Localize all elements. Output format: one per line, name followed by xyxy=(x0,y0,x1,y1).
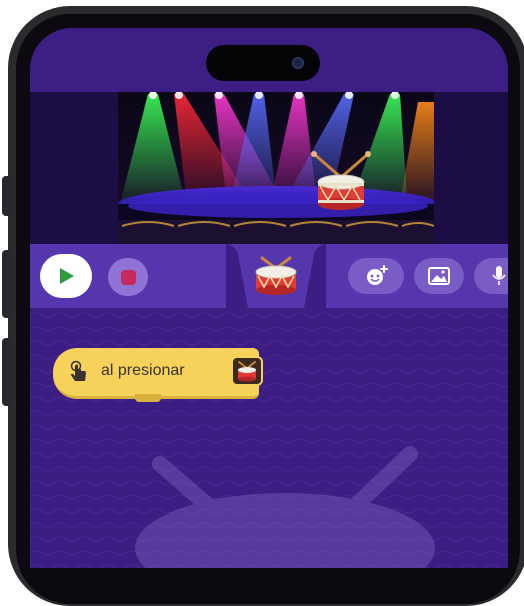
add-character-icon xyxy=(367,265,388,285)
phone-side-button xyxy=(2,250,12,318)
stage-preview[interactable] xyxy=(118,92,434,244)
event-block-on-tap[interactable]: al presionar xyxy=(53,348,263,402)
stop-button[interactable] xyxy=(108,258,148,296)
block-connector xyxy=(135,394,161,402)
stage-area xyxy=(30,92,508,244)
phone-side-button xyxy=(2,176,12,216)
app-screen xyxy=(30,28,508,568)
dynamic-island xyxy=(206,45,320,81)
editor-toolbar xyxy=(30,244,508,331)
add-character-button[interactable] xyxy=(348,258,404,294)
camera-icon xyxy=(292,57,304,69)
drum-icon[interactable] xyxy=(252,250,300,298)
drum-icon xyxy=(238,361,256,382)
microphone-icon xyxy=(492,266,506,285)
code-workspace[interactable] xyxy=(30,308,508,568)
background-image-icon xyxy=(428,267,450,285)
event-sprite-thumbnail[interactable] xyxy=(231,356,263,386)
concert-stage-scene xyxy=(118,92,434,244)
microphone-button[interactable] xyxy=(474,258,508,294)
play-button[interactable] xyxy=(40,254,92,298)
workspace-pattern xyxy=(30,308,508,568)
event-block-label: al presionar xyxy=(101,362,185,379)
status-bar xyxy=(30,28,508,92)
play-icon xyxy=(60,268,74,284)
phone-side-button xyxy=(2,338,12,406)
stop-icon xyxy=(120,269,136,285)
background-image-button[interactable] xyxy=(414,258,464,294)
tap-hand-icon xyxy=(70,360,86,381)
